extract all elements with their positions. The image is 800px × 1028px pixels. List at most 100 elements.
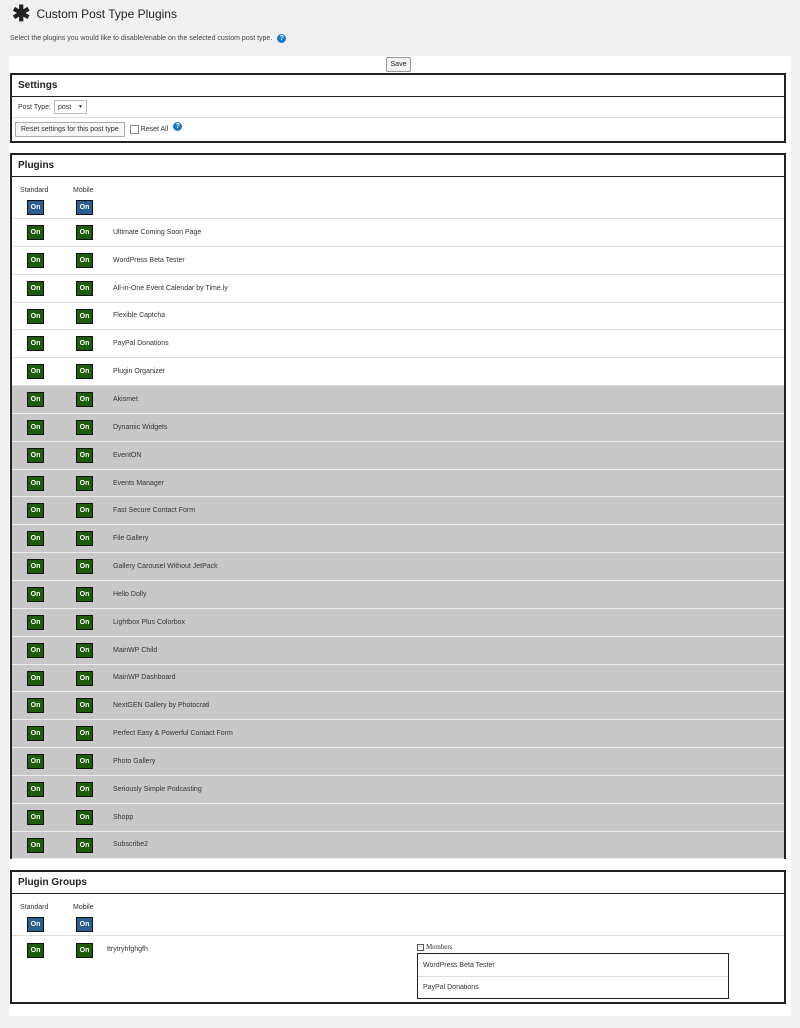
mobile-toggle[interactable]: On [76,614,93,630]
standard-toggle[interactable]: On [27,754,44,770]
standard-toggle[interactable]: On [27,559,44,575]
mobile-toggle[interactable]: On [76,419,93,435]
standard-toggle[interactable]: On [27,392,44,408]
standard-toggle[interactable]: On [27,586,44,602]
plugin-row: On On Fast Secure Contact Form [12,497,784,526]
plugin-name: Plugin Organizer [113,368,166,376]
mobile-toggle[interactable]: On [76,642,93,658]
mobile-column-label: Mobile [73,187,94,194]
post-type-label: Post Type: [18,103,51,111]
plugin-row: On On MainWP Child [12,636,784,665]
group-mobile-toggle[interactable]: On [76,943,93,958]
plugin-name: Flexible Captcha [113,312,166,320]
mobile-toggle[interactable]: On [76,670,93,686]
mobile-toggle[interactable]: On [76,809,93,825]
standard-toggle[interactable]: On [27,308,44,324]
mobile-toggle[interactable]: On [76,586,93,602]
standard-toggle[interactable]: On [27,614,44,630]
mobile-toggle[interactable]: On [76,364,93,380]
plugin-row: On On Flexible Captcha [12,303,784,331]
help-icon[interactable]: ? [277,34,287,43]
mobile-toggle[interactable]: On [76,837,93,853]
plugin-row: On On Perfect Easy & Powerful Contact Form [12,720,784,749]
mobile-toggle[interactable]: On [76,280,93,296]
plugin-row: On On Plugin Organizer [12,358,784,387]
plugin-name: Fast Secure Contact Form [113,507,196,515]
standard-toggle[interactable]: On [27,447,44,463]
mobile-toggle[interactable]: On [76,503,93,519]
plugin-list: On On Ultimate Coming Soon Page On On WordPre… [12,219,784,860]
standard-toggle[interactable]: On [27,336,44,352]
settings-heading: Settings [12,75,784,97]
standard-all-toggle[interactable]: On [27,200,44,215]
plugins-heading: Plugins [12,155,784,177]
help-icon[interactable]: ? [173,121,183,131]
standard-toggle[interactable]: On [27,809,44,825]
group-name[interactable]: ttrytryhfghgfh [107,946,148,953]
plugin-name: PayPal Donations [113,340,169,348]
mobile-toggle[interactable]: On [76,336,93,352]
groups-standard-all-toggle[interactable]: On [27,917,44,932]
plugin-name: NextGEN Gallery by Photocrati [113,702,210,710]
plugin-row: On On Shopp [12,803,784,832]
standard-toggle[interactable]: On [27,419,44,435]
mobile-toggle[interactable]: On [76,698,93,714]
standard-toggle[interactable]: On [27,503,44,519]
settings-panel: Settings Post Type: post ▼ Reset setting… [10,73,786,143]
reset-all-checkbox[interactable] [129,124,139,134]
plugin-row: On On Akismet [12,386,784,414]
plugin-row: On On EventON [12,441,784,470]
standard-toggle[interactable]: On [27,642,44,658]
save-button[interactable]: Save [386,57,411,72]
standard-toggle[interactable]: On [27,280,44,296]
post-type-select[interactable]: post ▼ [53,100,87,114]
mobile-toggle[interactable]: On [76,781,93,797]
plugin-name: MainWP Dashboard [113,674,176,682]
mobile-toggle[interactable]: On [76,308,93,324]
standard-toggle[interactable]: On [27,531,44,547]
mobile-toggle[interactable]: On [76,392,93,408]
plugin-name: EventON [113,451,142,459]
plugin-row: On On Gallery Carousel Without JetPack [12,553,784,581]
page-header: ✱ Custom Post Type Plugins [12,3,177,25]
mobile-toggle[interactable]: On [76,252,93,268]
minus-box-icon: − [417,943,424,951]
groups-mobile-all-toggle[interactable]: On [76,917,93,932]
mobile-toggle[interactable]: On [76,726,93,742]
mobile-toggle[interactable]: On [76,447,93,463]
standard-toggle[interactable]: On [27,475,44,491]
plugins-column-header: Standard Mobile On On [12,177,784,219]
standard-toggle[interactable]: On [27,364,44,380]
standard-toggle[interactable]: On [27,225,44,240]
plugin-name: WordPress Beta Tester [113,256,185,264]
standard-toggle[interactable]: On [27,252,44,268]
plugin-name: Photo Gallery [113,757,156,765]
standard-toggle[interactable]: On [27,781,44,797]
plugin-name: MainWP Child [113,646,158,654]
members-toggle[interactable]: − Members [417,943,452,951]
standard-toggle[interactable]: On [27,698,44,714]
plugin-row: On On WordPress Beta Tester [12,247,784,275]
mobile-toggle[interactable]: On [76,475,93,491]
plugin-row: On On Seriously Simple Podcasting [12,775,784,804]
plugin-name: Events Manager [113,479,164,487]
plugin-row: On On File Gallery [12,525,784,554]
plugin-row: On On Dynamic Widgets [12,413,784,442]
description-text: Select the plugins you would like to dis… [10,35,273,42]
mobile-toggle[interactable]: On [76,559,93,575]
plugin-name: Hello Dolly [113,590,147,598]
standard-toggle[interactable]: On [27,726,44,742]
mobile-toggle[interactable]: On [76,754,93,770]
post-type-row: Post Type: post ▼ [12,97,784,118]
standard-toggle[interactable]: On [27,670,44,686]
standard-toggle[interactable]: On [27,837,44,853]
mobile-toggle[interactable]: On [76,531,93,547]
plugin-row: On On Subscribe2 [12,831,784,860]
mobile-toggle[interactable]: On [76,225,93,240]
mobile-column-label: Mobile [73,904,94,911]
mobile-all-toggle[interactable]: On [76,200,93,215]
plugin-row: On On Photo Gallery [12,748,784,776]
group-standard-toggle[interactable]: On [27,943,44,958]
plugin-row: On On Lightbox Plus Colorbox [12,608,784,637]
reset-settings-button[interactable]: Reset settings for this post type [15,121,125,137]
